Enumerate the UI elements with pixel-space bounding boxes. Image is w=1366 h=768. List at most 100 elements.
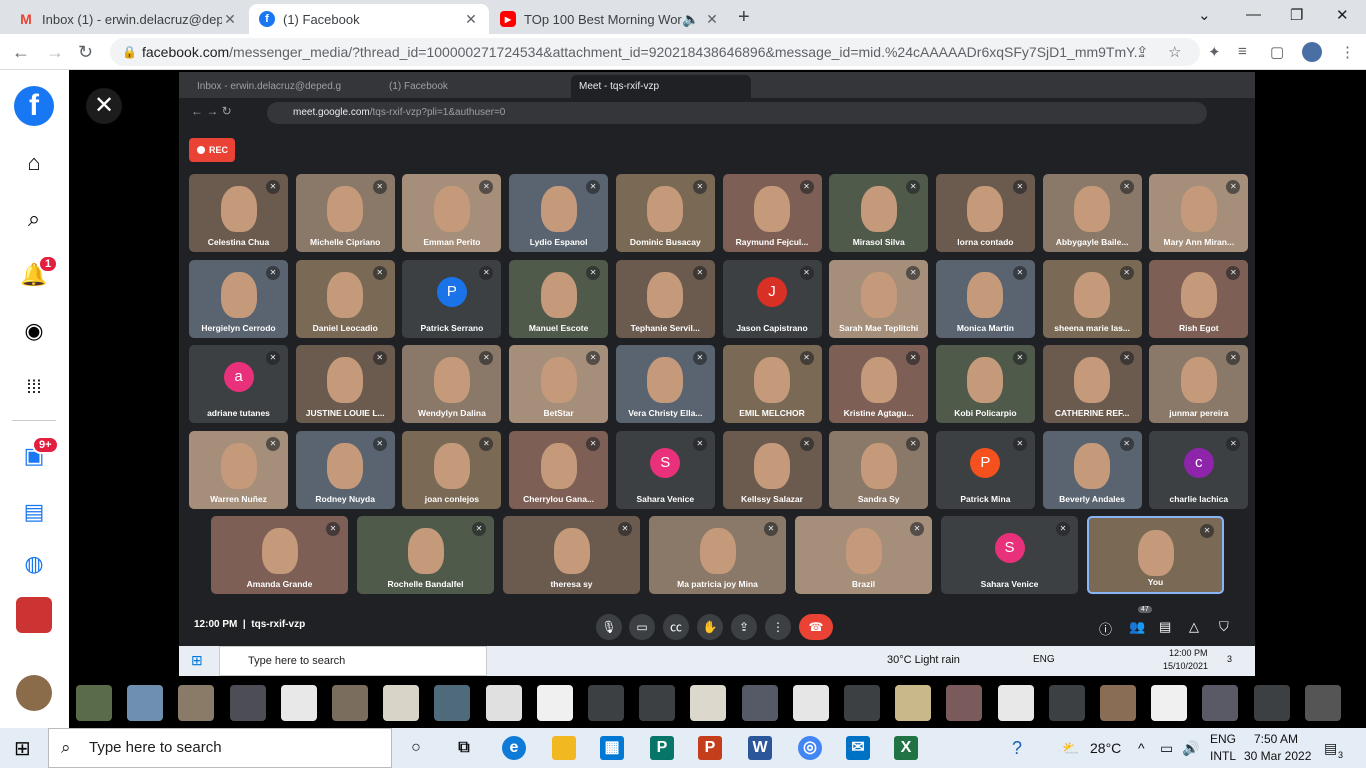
word-icon[interactable]: W xyxy=(748,736,772,760)
attachment-thumbnail[interactable] xyxy=(178,685,215,721)
attachment-thumbnail[interactable] xyxy=(1202,685,1239,721)
url-input[interactable]: 🔒 facebook.com/messenger_media/?thread_id… xyxy=(110,38,1200,66)
powerpoint-icon[interactable]: P xyxy=(698,736,722,760)
media-control-icon[interactable]: ≡ xyxy=(1238,43,1247,60)
attachment-thumbnail[interactable] xyxy=(946,685,983,721)
language-line1[interactable]: ENG xyxy=(1210,732,1236,746)
cortana-icon[interactable]: ○ xyxy=(404,736,428,760)
close-tab-icon[interactable]: ✕ xyxy=(463,11,479,28)
participant-avatar-letter: c xyxy=(1183,447,1214,478)
profile-avatar[interactable] xyxy=(1302,42,1322,62)
marketplace-icon[interactable]: ▤ xyxy=(16,494,52,530)
attachment-thumbnail[interactable] xyxy=(485,685,522,721)
store-icon[interactable]: ▦ xyxy=(600,736,624,760)
muted-mic-icon: ✕ xyxy=(1226,180,1241,194)
notifications-icon[interactable]: ▤ xyxy=(1324,728,1337,768)
tab-youtube[interactable]: ▶ TOp 100 Best Morning Worsl 🔈 ✕ xyxy=(490,4,730,34)
bookmark-star-icon[interactable]: ☆ xyxy=(1168,43,1181,61)
participant-tile: ✕ Monica Martin xyxy=(935,259,1035,338)
taskbar-weather[interactable]: 28°C xyxy=(1090,728,1121,768)
participant-tile: ✕ Hergielyn Cerrodo xyxy=(189,259,288,338)
attachment-thumbnail[interactable] xyxy=(997,685,1034,721)
attachment-thumbnail[interactable] xyxy=(383,685,420,721)
close-tab-icon[interactable]: ✕ xyxy=(222,11,238,28)
attachment-thumbnail[interactable] xyxy=(588,685,624,721)
attachment-thumbnail[interactable] xyxy=(332,685,368,721)
task-view-icon[interactable]: ⧉ xyxy=(452,736,476,760)
muted-mic-icon: ✕ xyxy=(472,522,486,536)
attachment-thumbnail[interactable] xyxy=(434,685,471,721)
menu-icon[interactable]: ⋮ xyxy=(1340,43,1355,61)
reload-icon[interactable]: ↻ xyxy=(78,42,93,63)
participant-tile: a ✕ adriane tutanes xyxy=(189,345,288,423)
groups-icon[interactable]: ◍ xyxy=(16,546,52,582)
share-icon[interactable]: ⇪ xyxy=(1136,43,1149,61)
search-icon[interactable]: ⌕ xyxy=(16,201,52,237)
tray-chevron-icon[interactable]: ^ xyxy=(1138,728,1145,768)
extensions-icon[interactable]: ✦ xyxy=(1208,43,1221,61)
tab-facebook[interactable]: f (1) Facebook ✕ xyxy=(249,4,489,34)
volume-icon[interactable]: 🔊 xyxy=(1182,728,1199,768)
mail-icon[interactable]: ✉ xyxy=(846,736,870,760)
participant-tile: ✕ Tephanie Servil... xyxy=(615,259,715,338)
windows-start-icon[interactable]: ⊞ xyxy=(14,736,31,761)
attachment-thumbnail[interactable] xyxy=(895,685,932,721)
excel-icon[interactable]: X xyxy=(894,736,918,760)
tab-search-icon[interactable]: ⌄ xyxy=(1198,6,1211,24)
messenger-icon[interactable]: ◉ xyxy=(16,313,52,349)
maximize-button[interactable]: ❐ xyxy=(1290,6,1303,24)
participant-name: Abbygayle Baile... xyxy=(1055,237,1129,247)
participant-name: Monica Martin xyxy=(956,322,1014,333)
language-line2[interactable]: INTL xyxy=(1210,749,1236,763)
home-icon[interactable]: ⌂ xyxy=(16,145,52,181)
attachment-thumbnail[interactable] xyxy=(127,685,164,721)
back-icon[interactable]: ← xyxy=(12,42,30,63)
participant-video xyxy=(1180,271,1217,318)
chrome-icon[interactable]: ◎ xyxy=(798,736,822,760)
attachment-thumbnail[interactable] xyxy=(741,685,778,721)
minimize-button[interactable]: — xyxy=(1246,6,1261,23)
attachment-thumbnail[interactable] xyxy=(76,685,112,721)
attachment-thumbnail[interactable] xyxy=(1151,685,1188,721)
participant-name: Patrick Mina xyxy=(960,493,1011,504)
attachment-thumbnail[interactable] xyxy=(229,685,266,721)
muted-mic-icon: ✕ xyxy=(906,265,921,280)
attachment-thumbnail[interactable] xyxy=(792,685,829,721)
attachment-thumbnail[interactable] xyxy=(690,685,727,721)
participant-video xyxy=(754,186,790,232)
attachment-thumbnail[interactable] xyxy=(1304,685,1341,721)
attachment-thumbnail[interactable] xyxy=(1048,685,1085,721)
menu-grid-icon[interactable]: ⁞⁞⁞ xyxy=(16,369,52,405)
taskbar-search-input[interactable]: ⌕ Type here to search xyxy=(48,728,392,768)
tab-gmail[interactable]: M Inbox (1) - erwin.delacruz@depe ✕ xyxy=(8,4,248,34)
attachment-thumbnail[interactable] xyxy=(280,685,317,721)
network-icon[interactable]: ▭ xyxy=(1160,728,1173,768)
attachment-thumbnail[interactable] xyxy=(1253,685,1290,721)
close-window-button[interactable]: ✕ xyxy=(1336,6,1349,24)
weather-icon[interactable]: ⛅ xyxy=(1062,728,1079,768)
attachment-thumbnail[interactable] xyxy=(1100,685,1136,721)
file-explorer-icon[interactable] xyxy=(552,736,576,760)
attachment-thumbnail[interactable] xyxy=(639,685,676,721)
side-panel-icon[interactable]: ▢ xyxy=(1270,43,1284,61)
clock-date[interactable]: 30 Mar 2022 xyxy=(1244,749,1311,763)
publisher-icon[interactable]: P xyxy=(650,736,674,760)
edge-icon[interactable]: e xyxy=(502,736,526,760)
page-shortcut-icon[interactable] xyxy=(16,597,52,633)
clock-time[interactable]: 7:50 AM xyxy=(1254,732,1298,746)
attachment-thumbnail[interactable] xyxy=(844,685,880,721)
participant-name: Sandra Sy xyxy=(857,493,900,504)
muted-mic-icon: ✕ xyxy=(906,436,921,451)
participant-tile: ✕ You xyxy=(1087,516,1224,594)
speaker-icon[interactable]: 🔈 xyxy=(682,11,699,28)
new-tab-button[interactable]: + xyxy=(738,6,750,29)
close-tab-icon[interactable]: ✕ xyxy=(704,11,720,28)
forward-icon[interactable]: → xyxy=(46,42,64,63)
close-viewer-button[interactable]: ✕ xyxy=(86,88,122,124)
attachment-thumbnail[interactable] xyxy=(536,685,573,721)
profile-shortcut-avatar[interactable] xyxy=(16,675,52,711)
participant-video xyxy=(754,442,790,489)
help-icon[interactable]: ? xyxy=(1012,728,1022,768)
facebook-logo-icon[interactable]: f xyxy=(14,86,54,126)
muted-mic-icon: ✕ xyxy=(692,180,707,194)
